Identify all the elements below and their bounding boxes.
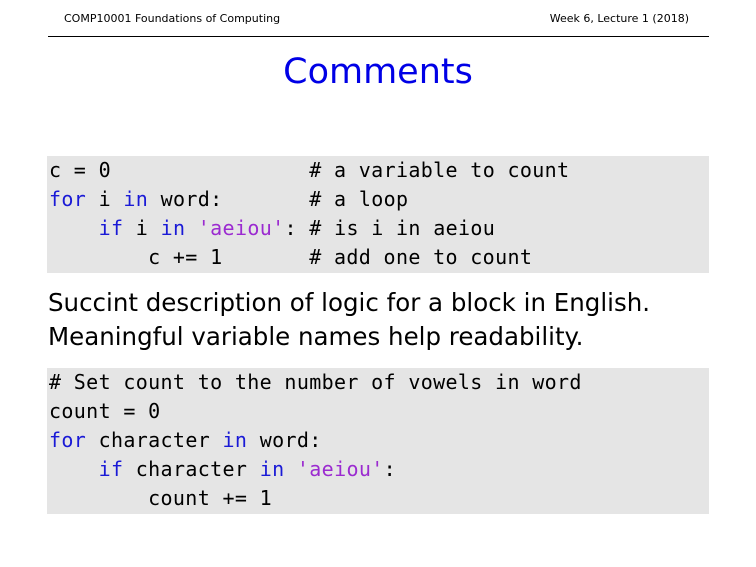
code-keyword: for — [49, 428, 87, 452]
code-keyword: in — [222, 428, 248, 452]
code-keyword: if — [98, 457, 124, 481]
explanation-line-1: Succint description of logic for a block… — [48, 288, 651, 317]
explanation-line-2: Meaningful variable names help readabili… — [48, 322, 584, 351]
lecture-label: Week 6, Lecture 1 (2018) — [549, 12, 689, 25]
code-text: word: — [247, 428, 322, 452]
slide-header: COMP10001 Foundations of Computing Week … — [48, 0, 709, 37]
code-line: # Set count to the number of vowels in w… — [47, 368, 709, 397]
code-text: c += 1 # add one to count — [49, 245, 533, 269]
code-text: i — [123, 216, 161, 240]
slide-title: Comments — [283, 52, 473, 92]
code-keyword: if — [98, 216, 124, 240]
code-text: i — [86, 187, 124, 211]
code-text: count = 0 — [49, 399, 161, 423]
code-line: if character in 'aeiou': — [47, 455, 709, 484]
code-line: c = 0 # a variable to count — [47, 156, 709, 185]
code-block-annotated: c = 0 # a variable to count for i in word… — [47, 156, 709, 273]
code-keyword: in — [160, 216, 186, 240]
code-keyword: in — [123, 187, 149, 211]
code-text: # a variable to count — [309, 158, 570, 182]
code-text: character — [123, 457, 260, 481]
code-line: if i in 'aeiou': # is i in aeiou — [47, 214, 709, 243]
code-text: character — [86, 428, 223, 452]
course-title: COMP10001 Foundations of Computing — [64, 12, 281, 25]
code-text: # Set count to the number of vowels in w… — [49, 370, 582, 394]
code-block-readable: # Set count to the number of vowels in w… — [47, 368, 709, 514]
code-keyword: in — [259, 457, 285, 481]
code-line: count += 1 — [47, 484, 709, 513]
explanation-text: Succint description of logic for a block… — [48, 286, 650, 354]
code-text: c = 0 — [49, 158, 310, 182]
code-text: count += 1 — [49, 486, 273, 510]
code-line: c += 1 # add one to count — [47, 243, 709, 272]
code-line: count = 0 — [47, 397, 709, 426]
code-text: : # is i in aeiou — [284, 216, 496, 240]
code-line: for character in word: — [47, 426, 709, 455]
code-line: for i in word: # a loop — [47, 185, 709, 214]
code-string: 'aeiou' — [296, 457, 384, 481]
code-string: 'aeiou' — [197, 216, 285, 240]
code-text: word: # a loop — [148, 187, 409, 211]
code-text: : — [383, 457, 397, 481]
code-keyword: for — [49, 187, 87, 211]
